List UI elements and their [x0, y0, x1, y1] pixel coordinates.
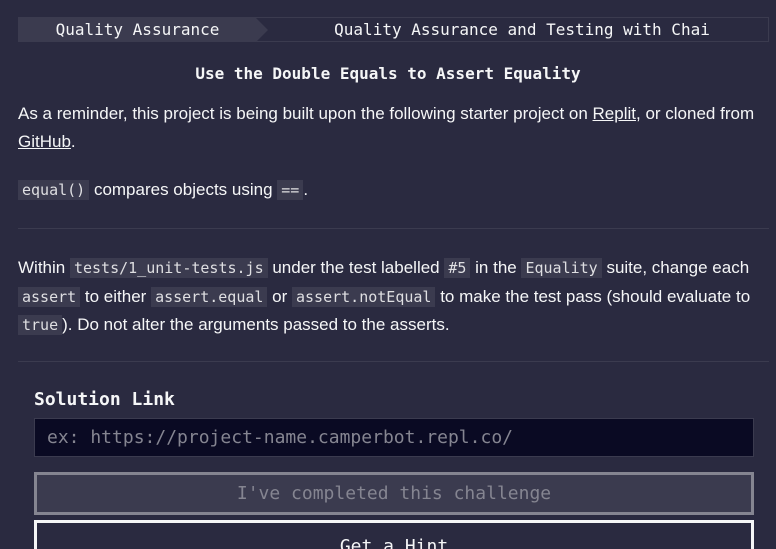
instr-text: under the test labelled	[267, 258, 445, 277]
code-double-equals: ==	[277, 180, 304, 200]
instr-text: Within	[18, 258, 70, 277]
solution-link-label: Solution Link	[34, 389, 175, 410]
code-test-file: tests/1_unit-tests.js	[69, 258, 268, 278]
instructions-paragraph: Within tests/1_unit-tests.js under the t…	[18, 254, 758, 340]
divider	[18, 361, 769, 362]
intro-text-middle: , or cloned from	[636, 104, 755, 123]
instr-text: or	[267, 286, 292, 306]
instr-text: ). Do not alter the arguments passed to …	[62, 315, 450, 334]
solution-link-input[interactable]	[34, 418, 754, 457]
code-suite-name: Equality	[521, 258, 602, 278]
breadcrumb-course-label: Quality Assurance and Testing with Chai	[334, 20, 710, 39]
divider	[18, 228, 769, 229]
equal-note-paragraph: equal() compares objects using ==.	[18, 176, 758, 205]
breadcrumb-course-link[interactable]: Quality Assurance and Testing with Chai	[256, 18, 768, 41]
code-test-number: #5	[444, 258, 471, 278]
instr-text: to either	[80, 286, 152, 306]
complete-challenge-button[interactable]: I've completed this challenge	[34, 472, 754, 515]
instr-text: suite, change each	[601, 258, 750, 277]
code-assert-equal: assert.equal	[151, 286, 268, 307]
instr-text: to make the test pass (should evaluate t…	[435, 286, 751, 306]
intro-text-after: .	[70, 131, 76, 151]
code-equal: equal()	[18, 180, 90, 200]
code-assert: assert	[18, 286, 81, 307]
replit-link[interactable]: Replit	[593, 104, 636, 123]
breadcrumb-section-label: Quality Assurance	[55, 20, 220, 39]
equal-note-end: .	[303, 180, 309, 199]
intro-paragraph: As a reminder, this project is being bui…	[18, 100, 758, 155]
challenge-title: Use the Double Equals to Assert Equality	[195, 64, 581, 83]
equal-note-text: compares objects using	[89, 180, 278, 199]
code-true: true	[18, 315, 63, 335]
breadcrumb-section-link[interactable]: Quality Assurance	[19, 18, 268, 42]
breadcrumb: Quality Assurance Quality Assurance and …	[18, 17, 769, 42]
instr-text: in the	[470, 258, 522, 277]
code-assert-not-equal: assert.notEqual	[292, 286, 436, 307]
get-hint-button[interactable]: Get a Hint	[34, 520, 754, 549]
github-link[interactable]: GitHub	[18, 132, 71, 151]
intro-text-before: As a reminder, this project is being bui…	[18, 104, 593, 123]
